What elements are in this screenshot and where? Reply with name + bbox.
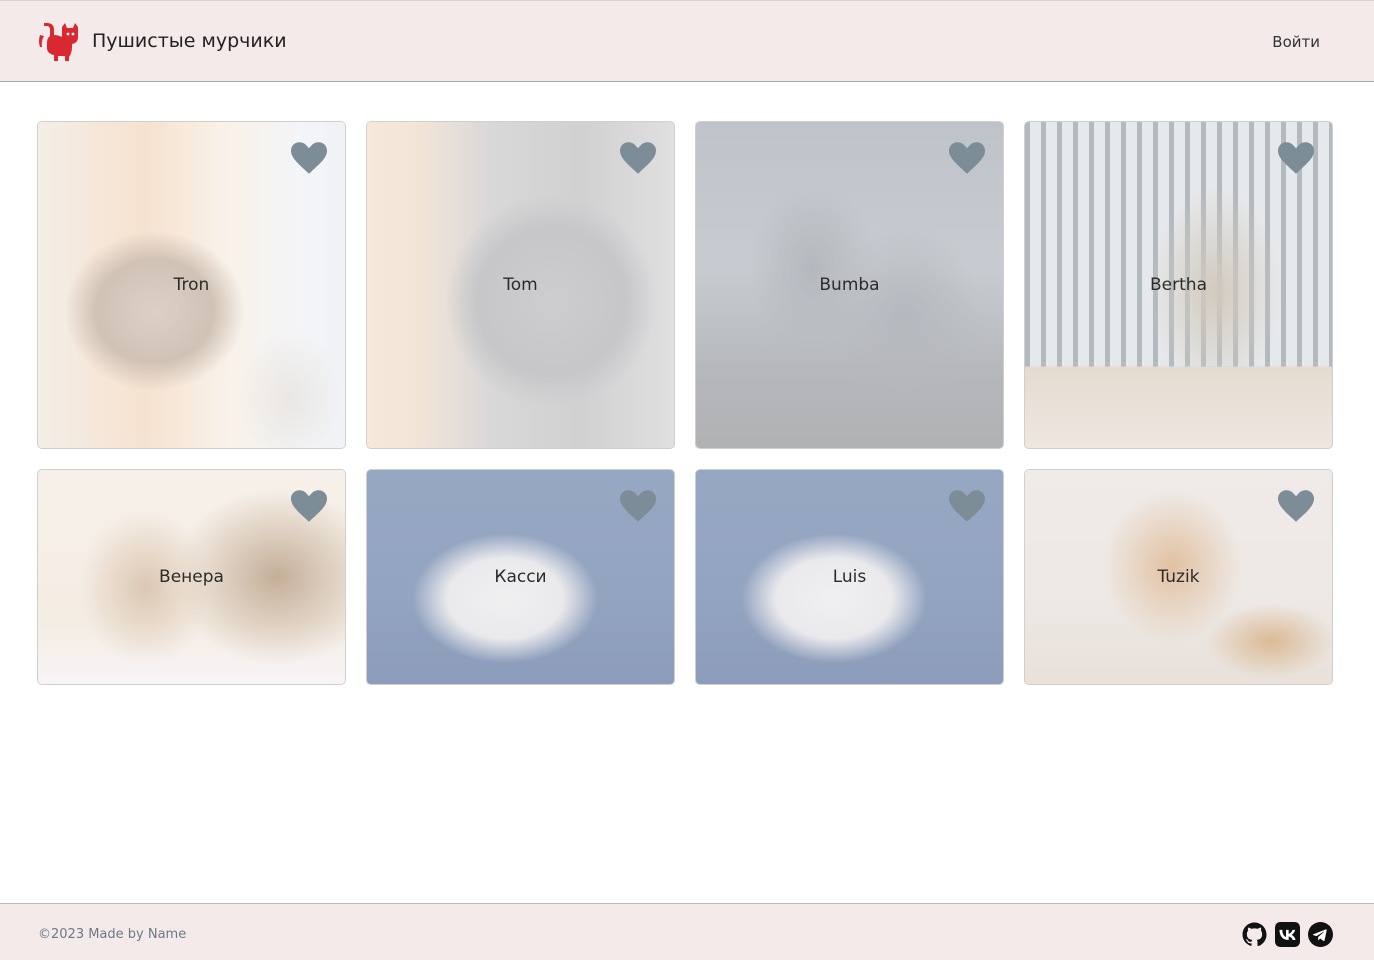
heart-icon[interactable]	[620, 490, 656, 522]
cat-name: Tron	[173, 275, 210, 295]
cat-card[interactable]: Касси	[366, 469, 675, 685]
heart-icon[interactable]	[291, 490, 327, 522]
cat-card[interactable]: Tuzik	[1024, 469, 1333, 685]
cat-name: Luis	[832, 567, 867, 587]
heart-icon[interactable]	[949, 490, 985, 522]
cat-card[interactable]: Tron	[37, 121, 346, 449]
login-link[interactable]: Войти	[1272, 33, 1320, 51]
heart-icon[interactable]	[1278, 490, 1314, 522]
cat-name: Bertha	[1150, 275, 1207, 295]
cat-name: Tom	[503, 275, 538, 295]
cat-name: Bumba	[819, 275, 880, 295]
cat-logo-icon[interactable]	[38, 23, 80, 63]
cat-card[interactable]: Bertha	[1024, 121, 1333, 449]
site-header: Пушистые мурчики Войти	[0, 0, 1374, 82]
heart-icon[interactable]	[291, 142, 327, 174]
cat-name: Касси	[494, 567, 547, 587]
copyright: ©2023 Made by Name	[38, 927, 187, 942]
cat-card[interactable]: Luis	[695, 469, 1004, 685]
cat-card[interactable]: Bumba	[695, 121, 1004, 449]
vk-icon[interactable]	[1275, 922, 1300, 947]
telegram-icon[interactable]	[1308, 922, 1333, 947]
cat-name: Tuzik	[1157, 567, 1200, 587]
cat-card[interactable]: Венера	[37, 469, 346, 685]
cat-card[interactable]: Tom	[366, 121, 675, 449]
github-icon[interactable]	[1242, 922, 1267, 947]
site-footer: ©2023 Made by Name	[0, 903, 1374, 960]
heart-icon[interactable]	[949, 142, 985, 174]
heart-icon[interactable]	[1278, 142, 1314, 174]
cat-name: Венера	[159, 567, 224, 587]
brand-name[interactable]: Пушистые мурчики	[92, 30, 287, 52]
heart-icon[interactable]	[620, 142, 656, 174]
